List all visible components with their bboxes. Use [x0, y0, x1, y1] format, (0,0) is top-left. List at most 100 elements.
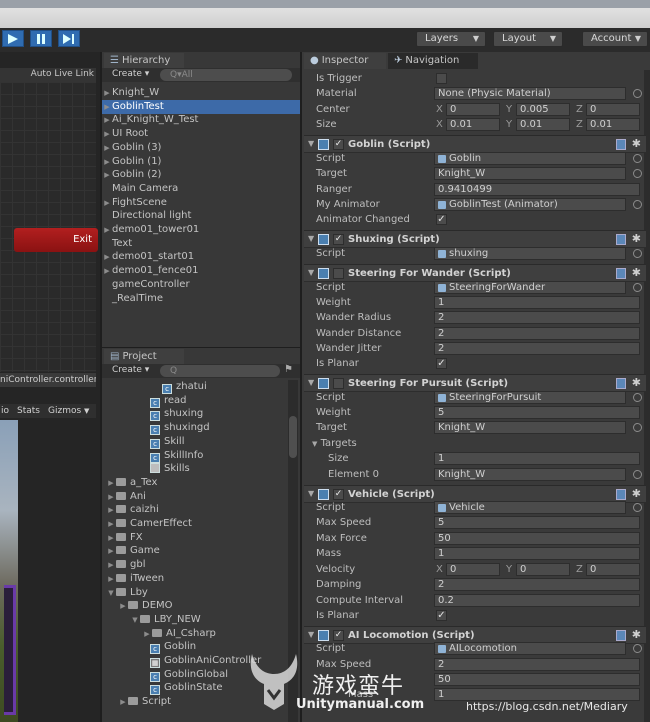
- expand-arrow-icon[interactable]: ▶: [102, 141, 112, 155]
- script-field[interactable]: Goblin: [434, 152, 626, 165]
- hierarchy-create-button[interactable]: Create ▾: [112, 69, 149, 79]
- project-item[interactable]: ▶ DEMO: [102, 599, 288, 613]
- layers-dropdown[interactable]: Layers ▼: [416, 31, 486, 47]
- foldout-icon[interactable]: ▼: [308, 234, 314, 243]
- project-item[interactable]: ▼ LBY_NEW: [102, 613, 288, 627]
- help-book-icon[interactable]: [616, 234, 626, 245]
- compute-interval-field[interactable]: 0.2: [434, 594, 640, 607]
- gear-icon[interactable]: ✱: [632, 137, 641, 150]
- object-picker-icon[interactable]: [633, 200, 642, 209]
- ranger-field[interactable]: 0.9410499: [434, 183, 640, 196]
- hierarchy-item[interactable]: ▶ FightScene: [102, 196, 300, 210]
- size-z-field[interactable]: 0.01: [586, 118, 640, 131]
- tab-hierarchy[interactable]: ☰ Hierarchy: [104, 53, 184, 69]
- project-item[interactable]: ▶ AI_Csharp: [102, 627, 288, 641]
- tab-inspector[interactable]: ● Inspector: [304, 53, 386, 69]
- component-enabled-checkbox[interactable]: [333, 268, 344, 279]
- expand-arrow-icon[interactable]: ▶: [106, 503, 116, 517]
- help-book-icon[interactable]: [616, 268, 626, 279]
- target-field[interactable]: Knight_W: [434, 421, 626, 434]
- is-planar-checkbox[interactable]: ✓: [436, 358, 447, 369]
- animator-changed-checkbox[interactable]: ✓: [436, 214, 447, 225]
- tab-project[interactable]: ▤ Project: [104, 349, 184, 365]
- hierarchy-search-input[interactable]: Q▾All: [160, 69, 292, 81]
- object-picker-icon[interactable]: [633, 503, 642, 512]
- expand-arrow-icon[interactable]: ▶: [106, 572, 116, 586]
- step-button[interactable]: [58, 30, 80, 47]
- project-item[interactable]: ▶ a_Tex: [102, 476, 288, 490]
- project-item[interactable]: c zhatui: [102, 380, 288, 394]
- project-item[interactable]: c read: [102, 394, 288, 408]
- expand-arrow-icon[interactable]: ▶: [102, 223, 112, 237]
- velocity-x-field[interactable]: 0: [446, 563, 500, 576]
- component-enabled-checkbox[interactable]: [333, 378, 344, 389]
- hierarchy-item[interactable]: ▶ Ai_Knight_W_Test: [102, 113, 300, 127]
- hierarchy-item[interactable]: ▶ demo01_start01: [102, 250, 300, 264]
- expand-arrow-icon[interactable]: ▶: [102, 127, 112, 141]
- hierarchy-item[interactable]: ▶ demo01_tower01: [102, 223, 300, 237]
- foldout-icon[interactable]: ▼: [308, 630, 314, 639]
- component-enabled-checkbox[interactable]: ✓: [333, 630, 344, 641]
- gear-icon[interactable]: ✱: [632, 232, 641, 245]
- object-picker-icon[interactable]: [633, 283, 642, 292]
- tab-navigation[interactable]: ✈ Navigation: [388, 53, 478, 69]
- project-item[interactable]: Skills: [102, 462, 288, 476]
- expand-arrow-icon[interactable]: ▶: [102, 113, 112, 127]
- hierarchy-item[interactable]: ▶ Knight_W: [102, 86, 300, 100]
- weight-field[interactable]: 1: [434, 296, 640, 309]
- expand-arrow-icon[interactable]: ▶: [106, 476, 116, 490]
- expand-arrow-icon[interactable]: ▶: [118, 599, 128, 613]
- gear-icon[interactable]: ✱: [632, 628, 641, 641]
- help-book-icon[interactable]: [616, 489, 626, 500]
- weight-field[interactable]: 5: [434, 406, 640, 419]
- expand-arrow-icon[interactable]: ▶: [106, 544, 116, 558]
- target-field[interactable]: Knight_W: [434, 167, 626, 180]
- max-speed-field[interactable]: 5: [434, 516, 640, 529]
- targets-size-field[interactable]: 1: [434, 452, 640, 465]
- inspector-scrollbar[interactable]: [644, 70, 650, 722]
- layout-dropdown[interactable]: Layout ▼: [493, 31, 563, 47]
- expand-arrow-icon[interactable]: ▶: [142, 627, 152, 641]
- is-planar-checkbox[interactable]: ✓: [436, 610, 447, 621]
- account-dropdown[interactable]: Account ▼: [582, 31, 648, 47]
- object-picker-icon[interactable]: [633, 249, 642, 258]
- play-button[interactable]: [2, 30, 24, 47]
- wander-jitter-field[interactable]: 2: [434, 342, 640, 355]
- hierarchy-item[interactable]: ▶ demo01_fence01: [102, 264, 300, 278]
- project-item[interactable]: c shuxing: [102, 407, 288, 422]
- object-picker-icon[interactable]: [633, 154, 642, 163]
- max-force-field[interactable]: 50: [434, 532, 640, 545]
- element-0-field[interactable]: Knight_W: [434, 468, 626, 481]
- expand-arrow-icon[interactable]: ▶: [102, 100, 112, 114]
- max-force-field[interactable]: 50: [434, 673, 640, 686]
- object-picker-icon[interactable]: [633, 470, 642, 479]
- component-enabled-checkbox[interactable]: ✓: [333, 234, 344, 245]
- expand-arrow-icon[interactable]: ▼: [106, 586, 116, 600]
- expand-arrow-icon[interactable]: ▶: [106, 490, 116, 504]
- object-picker-icon[interactable]: [633, 169, 642, 178]
- expand-arrow-icon[interactable]: ▶: [102, 155, 112, 169]
- project-item[interactable]: ▶ gbl: [102, 558, 288, 572]
- script-field[interactable]: SteeringForWander: [434, 281, 626, 294]
- auto-live-link-toggle[interactable]: Auto Live Link: [31, 69, 94, 79]
- hierarchy-item[interactable]: ▶ Goblin (1): [102, 155, 300, 169]
- size-x-field[interactable]: 0.01: [446, 118, 500, 131]
- mass-field[interactable]: 1: [434, 547, 640, 560]
- project-item[interactable]: ▶ CamerEffect: [102, 517, 288, 531]
- project-item[interactable]: c SkillInfo: [102, 449, 288, 463]
- gear-icon[interactable]: ✱: [632, 487, 641, 500]
- expand-arrow-icon[interactable]: ▶: [102, 168, 112, 182]
- help-book-icon[interactable]: [616, 139, 626, 150]
- pause-button[interactable]: [30, 30, 52, 47]
- expand-arrow-icon[interactable]: ▶: [118, 695, 128, 709]
- hierarchy-item[interactable]: Directional light: [102, 209, 300, 223]
- project-scroll-thumb[interactable]: [289, 416, 297, 458]
- hierarchy-item[interactable]: ▶ Goblin (3): [102, 141, 300, 155]
- foldout-icon[interactable]: ▼: [312, 440, 317, 448]
- stats-button[interactable]: Stats: [17, 404, 40, 418]
- project-item[interactable]: ▶ FX: [102, 531, 288, 545]
- velocity-y-field[interactable]: 0: [516, 563, 570, 576]
- project-item[interactable]: c Skill: [102, 435, 288, 449]
- material-field[interactable]: None (Physic Material): [434, 87, 626, 100]
- project-item[interactable]: ▶ iTween: [102, 572, 288, 586]
